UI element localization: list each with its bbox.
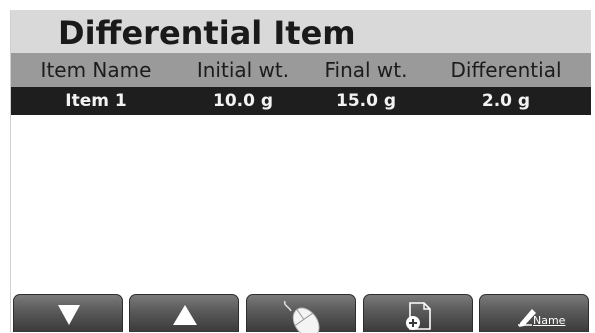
scroll-up-button[interactable] <box>129 294 239 332</box>
page-title: Differential Item <box>58 14 356 52</box>
select-button[interactable] <box>246 294 356 333</box>
arrow-up-icon <box>173 305 197 325</box>
arrow-down-icon <box>58 305 80 325</box>
cell-differential: 2.0 g <box>481 91 531 111</box>
column-header-item-name: Item Name <box>40 58 152 82</box>
toolbar: Name <box>11 294 591 333</box>
title-bar: Differential Item <box>11 10 591 53</box>
table-header: Item Name Initial wt. Final wt. Differen… <box>11 53 591 87</box>
column-header-initial-wt: Initial wt. <box>196 58 290 82</box>
cell-item-name: Item 1 <box>65 91 127 111</box>
new-document-icon <box>406 302 431 330</box>
column-header-differential: Differential <box>450 58 562 82</box>
cell-final-wt: 15.0 g <box>335 91 397 111</box>
new-item-button[interactable] <box>363 294 473 332</box>
column-header-final-wt: Final wt. <box>324 58 408 82</box>
scroll-down-button[interactable] <box>13 294 123 332</box>
edit-name-button[interactable]: Name <box>479 294 589 332</box>
mouse-icon <box>283 300 320 333</box>
table-row[interactable]: Item 1 10.0 g 15.0 g 2.0 g <box>11 87 591 115</box>
app-screen: Differential Item Item Name Initial wt. … <box>10 10 591 333</box>
cell-initial-wt: 10.0 g <box>212 91 274 111</box>
edit-name-label: Name <box>533 314 566 327</box>
